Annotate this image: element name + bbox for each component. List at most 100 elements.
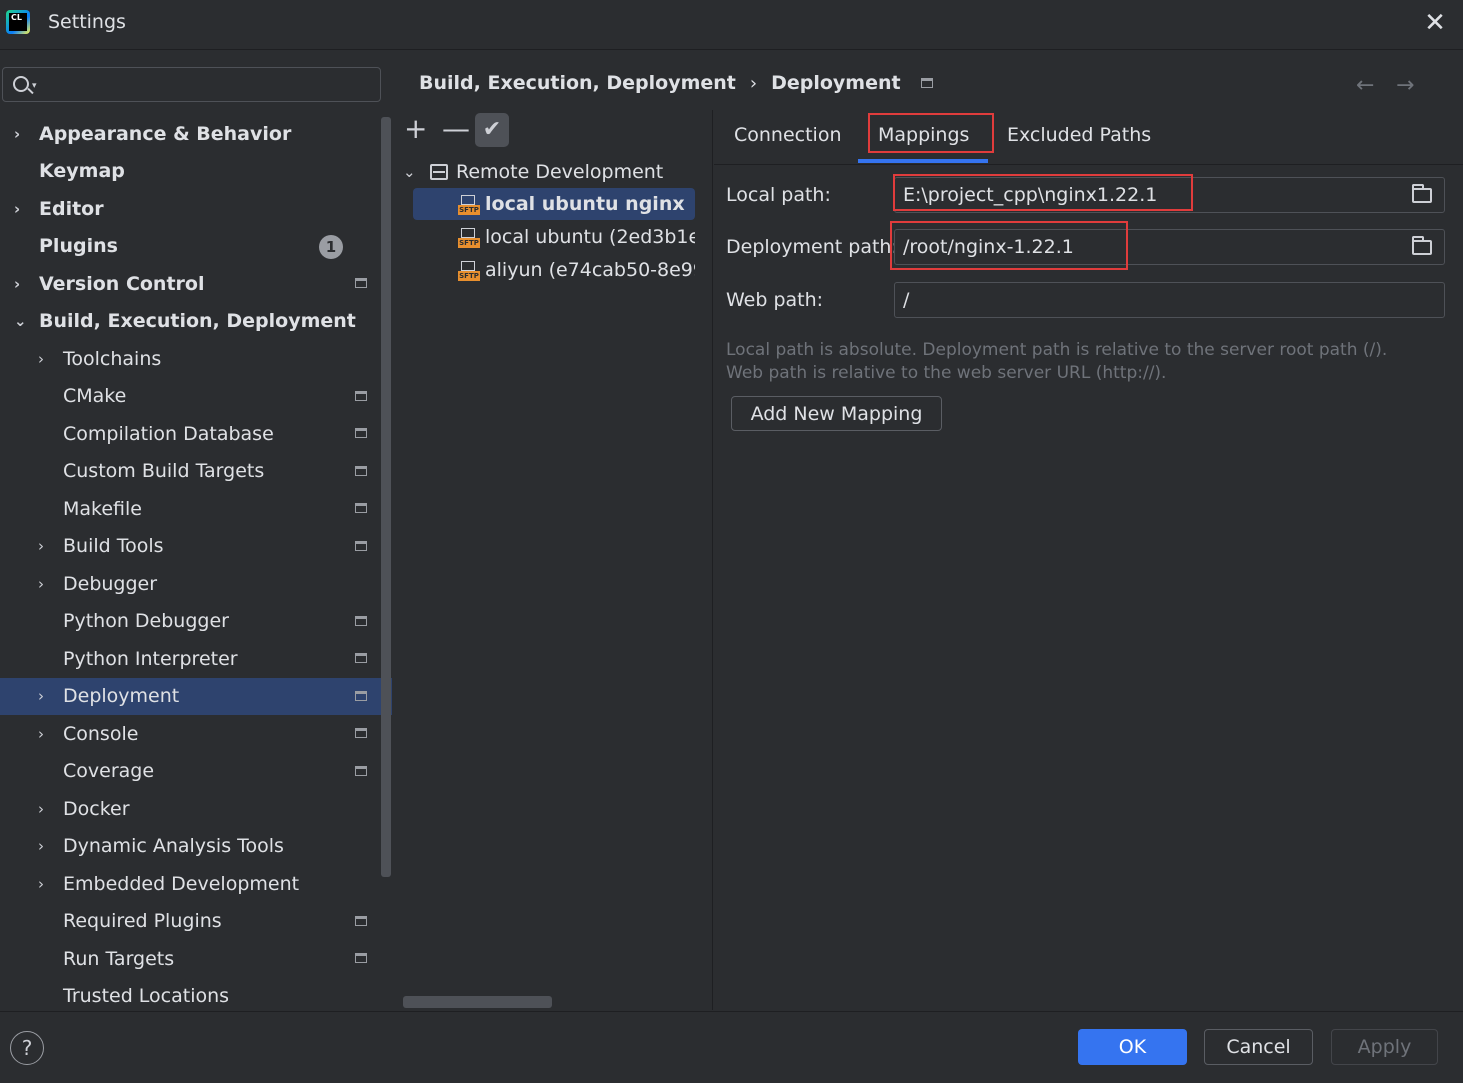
sidebar-item-label: Build, Execution, Deployment: [39, 310, 356, 333]
sidebar-item-label: Build Tools: [63, 535, 164, 558]
sidebar-item[interactable]: Run Targets: [0, 940, 380, 978]
tab-excluded-paths[interactable]: Excluded Paths: [1007, 124, 1151, 146]
project-level-icon: [920, 78, 933, 88]
add-new-mapping-button[interactable]: Add New Mapping: [731, 396, 942, 431]
web-path-input[interactable]: [903, 287, 1383, 313]
sidebar-item[interactable]: Keymap: [0, 153, 380, 191]
sidebar-item-label: Python Interpreter: [63, 647, 238, 670]
sidebar-item-label: Plugins: [39, 235, 118, 258]
project-level-icon: [355, 390, 367, 401]
sidebar-item[interactable]: Python Interpreter: [0, 640, 380, 678]
sidebar-item[interactable]: Compilation Database: [0, 415, 380, 453]
server-item[interactable]: SFTPlocal ubuntu (2ed3b1e3-a: [413, 221, 695, 253]
project-level-icon: [355, 915, 367, 926]
local-path-label: Local path:: [726, 184, 831, 206]
sidebar-item-label: Makefile: [63, 497, 142, 520]
tab-connection[interactable]: Connection: [734, 124, 842, 146]
sidebar-item[interactable]: › Toolchains: [0, 340, 380, 378]
chevron-right-icon[interactable]: ›: [14, 275, 20, 293]
forward-arrow-icon[interactable]: →: [1396, 73, 1414, 98]
server-item[interactable]: SFTP local ubuntu nginx: [413, 188, 695, 220]
sidebar-item-label: Version Control: [39, 272, 205, 295]
server-list-horizontal-scrollbar[interactable]: [403, 996, 552, 1008]
sidebar-item[interactable]: › Deployment: [0, 677, 392, 715]
sidebar-item-label: Custom Build Targets: [63, 460, 265, 483]
active-tab-indicator: [858, 159, 988, 163]
deployment-path-label: Deployment path:: [726, 236, 898, 258]
dialog-footer: ? OK Cancel Apply: [0, 1011, 1463, 1083]
sidebar-item[interactable]: ⌄ Build, Execution, Deployment: [0, 303, 380, 341]
sidebar-item[interactable]: Coverage: [0, 753, 380, 791]
sidebar-item[interactable]: › Debugger: [0, 565, 380, 603]
breadcrumb-parent[interactable]: Build, Execution, Deployment: [419, 72, 736, 94]
sidebar-item[interactable]: › Editor: [0, 190, 380, 228]
project-level-icon: [355, 465, 367, 476]
chevron-right-icon[interactable]: ›: [38, 875, 44, 893]
clion-app-icon: CL: [6, 10, 30, 34]
sidebar-item[interactable]: Plugins 1: [0, 228, 380, 266]
sidebar-item-label: Debugger: [63, 572, 158, 595]
sidebar-item[interactable]: › Console: [0, 715, 380, 753]
path-hint-line-1: Local path is absolute. Deployment path …: [726, 340, 1388, 360]
chevron-right-icon[interactable]: ›: [38, 800, 44, 818]
project-level-icon: [355, 728, 367, 738]
sidebar-item[interactable]: › Appearance & Behavior: [0, 115, 380, 153]
project-level-icon: [355, 765, 367, 776]
chevron-right-icon[interactable]: ›: [38, 537, 44, 555]
chevron-down-icon[interactable]: ⌄: [14, 312, 27, 330]
sidebar-item-label: Docker: [63, 797, 130, 820]
browse-folder-icon[interactable]: [1412, 184, 1432, 203]
chevron-right-icon[interactable]: ›: [38, 350, 44, 368]
settings-search[interactable]: ▾: [2, 67, 381, 102]
apply-button[interactable]: Apply: [1331, 1029, 1438, 1065]
browse-folder-icon[interactable]: [1412, 236, 1432, 255]
server-group-icon: [430, 164, 448, 180]
window-title: Settings: [48, 11, 126, 33]
chevron-right-icon[interactable]: ›: [38, 837, 44, 855]
remove-server-button[interactable]: —: [442, 114, 470, 144]
sidebar-item[interactable]: Trusted Locations: [0, 978, 380, 1012]
settings-tree: › Appearance & Behavior Keymap › Editor Plugi…: [0, 115, 392, 1012]
sidebar-item[interactable]: Required Plugins: [0, 903, 380, 941]
server-item[interactable]: SFTPaliyun (e74cab50-8e99-4: [413, 254, 695, 286]
chevron-down-icon[interactable]: ⌄: [403, 163, 416, 181]
cancel-button[interactable]: Cancel: [1204, 1029, 1313, 1065]
sidebar-item-label: Keymap: [39, 160, 125, 183]
web-path-label: Web path:: [726, 289, 824, 311]
sidebar-scrollbar[interactable]: [381, 117, 391, 877]
chevron-right-icon[interactable]: ›: [14, 200, 20, 218]
back-arrow-icon[interactable]: ←: [1356, 73, 1374, 98]
help-icon[interactable]: ?: [10, 1031, 44, 1065]
search-input[interactable]: [43, 72, 373, 97]
project-level-icon: [355, 615, 367, 626]
sidebar-item-label: Trusted Locations: [63, 985, 230, 1008]
sidebar-item[interactable]: › Version Control: [0, 265, 380, 303]
sidebar-item[interactable]: › Embedded Development: [0, 865, 380, 903]
sidebar-item[interactable]: Python Debugger: [0, 603, 380, 641]
ok-button[interactable]: OK: [1078, 1029, 1187, 1065]
sidebar-item-label: Embedded Development: [63, 872, 300, 895]
sidebar-item-label: Compilation Database: [63, 422, 274, 445]
add-server-button[interactable]: +: [404, 114, 427, 144]
sftp-server-icon: SFTP: [458, 228, 480, 248]
server-group-remote-development[interactable]: ⌄ Remote Development: [395, 158, 713, 186]
server-item-label: aliyun (e74cab50-8e99-4: [485, 259, 695, 281]
close-icon[interactable]: ✕: [1420, 8, 1450, 38]
chevron-right-icon[interactable]: ›: [38, 575, 44, 593]
sidebar-item[interactable]: › Docker: [0, 790, 380, 828]
sidebar-item[interactable]: › Build Tools: [0, 528, 380, 566]
chevron-right-icon[interactable]: ›: [14, 125, 20, 143]
chevron-right-icon[interactable]: ›: [38, 687, 44, 705]
project-level-icon: [355, 428, 367, 438]
sidebar-item-label: Deployment: [63, 685, 180, 708]
web-path-field[interactable]: [894, 282, 1445, 318]
sidebar-item[interactable]: Custom Build Targets: [0, 453, 380, 491]
chevron-right-icon[interactable]: ›: [38, 725, 44, 743]
sidebar-item-label: Toolchains: [63, 347, 162, 370]
sidebar-item[interactable]: CMake: [0, 378, 380, 416]
project-level-icon: [355, 278, 367, 288]
search-options-caret-icon[interactable]: ▾: [32, 81, 37, 91]
use-as-default-button[interactable]: ✔: [475, 113, 509, 147]
sidebar-item[interactable]: › Dynamic Analysis Tools: [0, 828, 380, 866]
sidebar-item[interactable]: Makefile: [0, 490, 380, 528]
